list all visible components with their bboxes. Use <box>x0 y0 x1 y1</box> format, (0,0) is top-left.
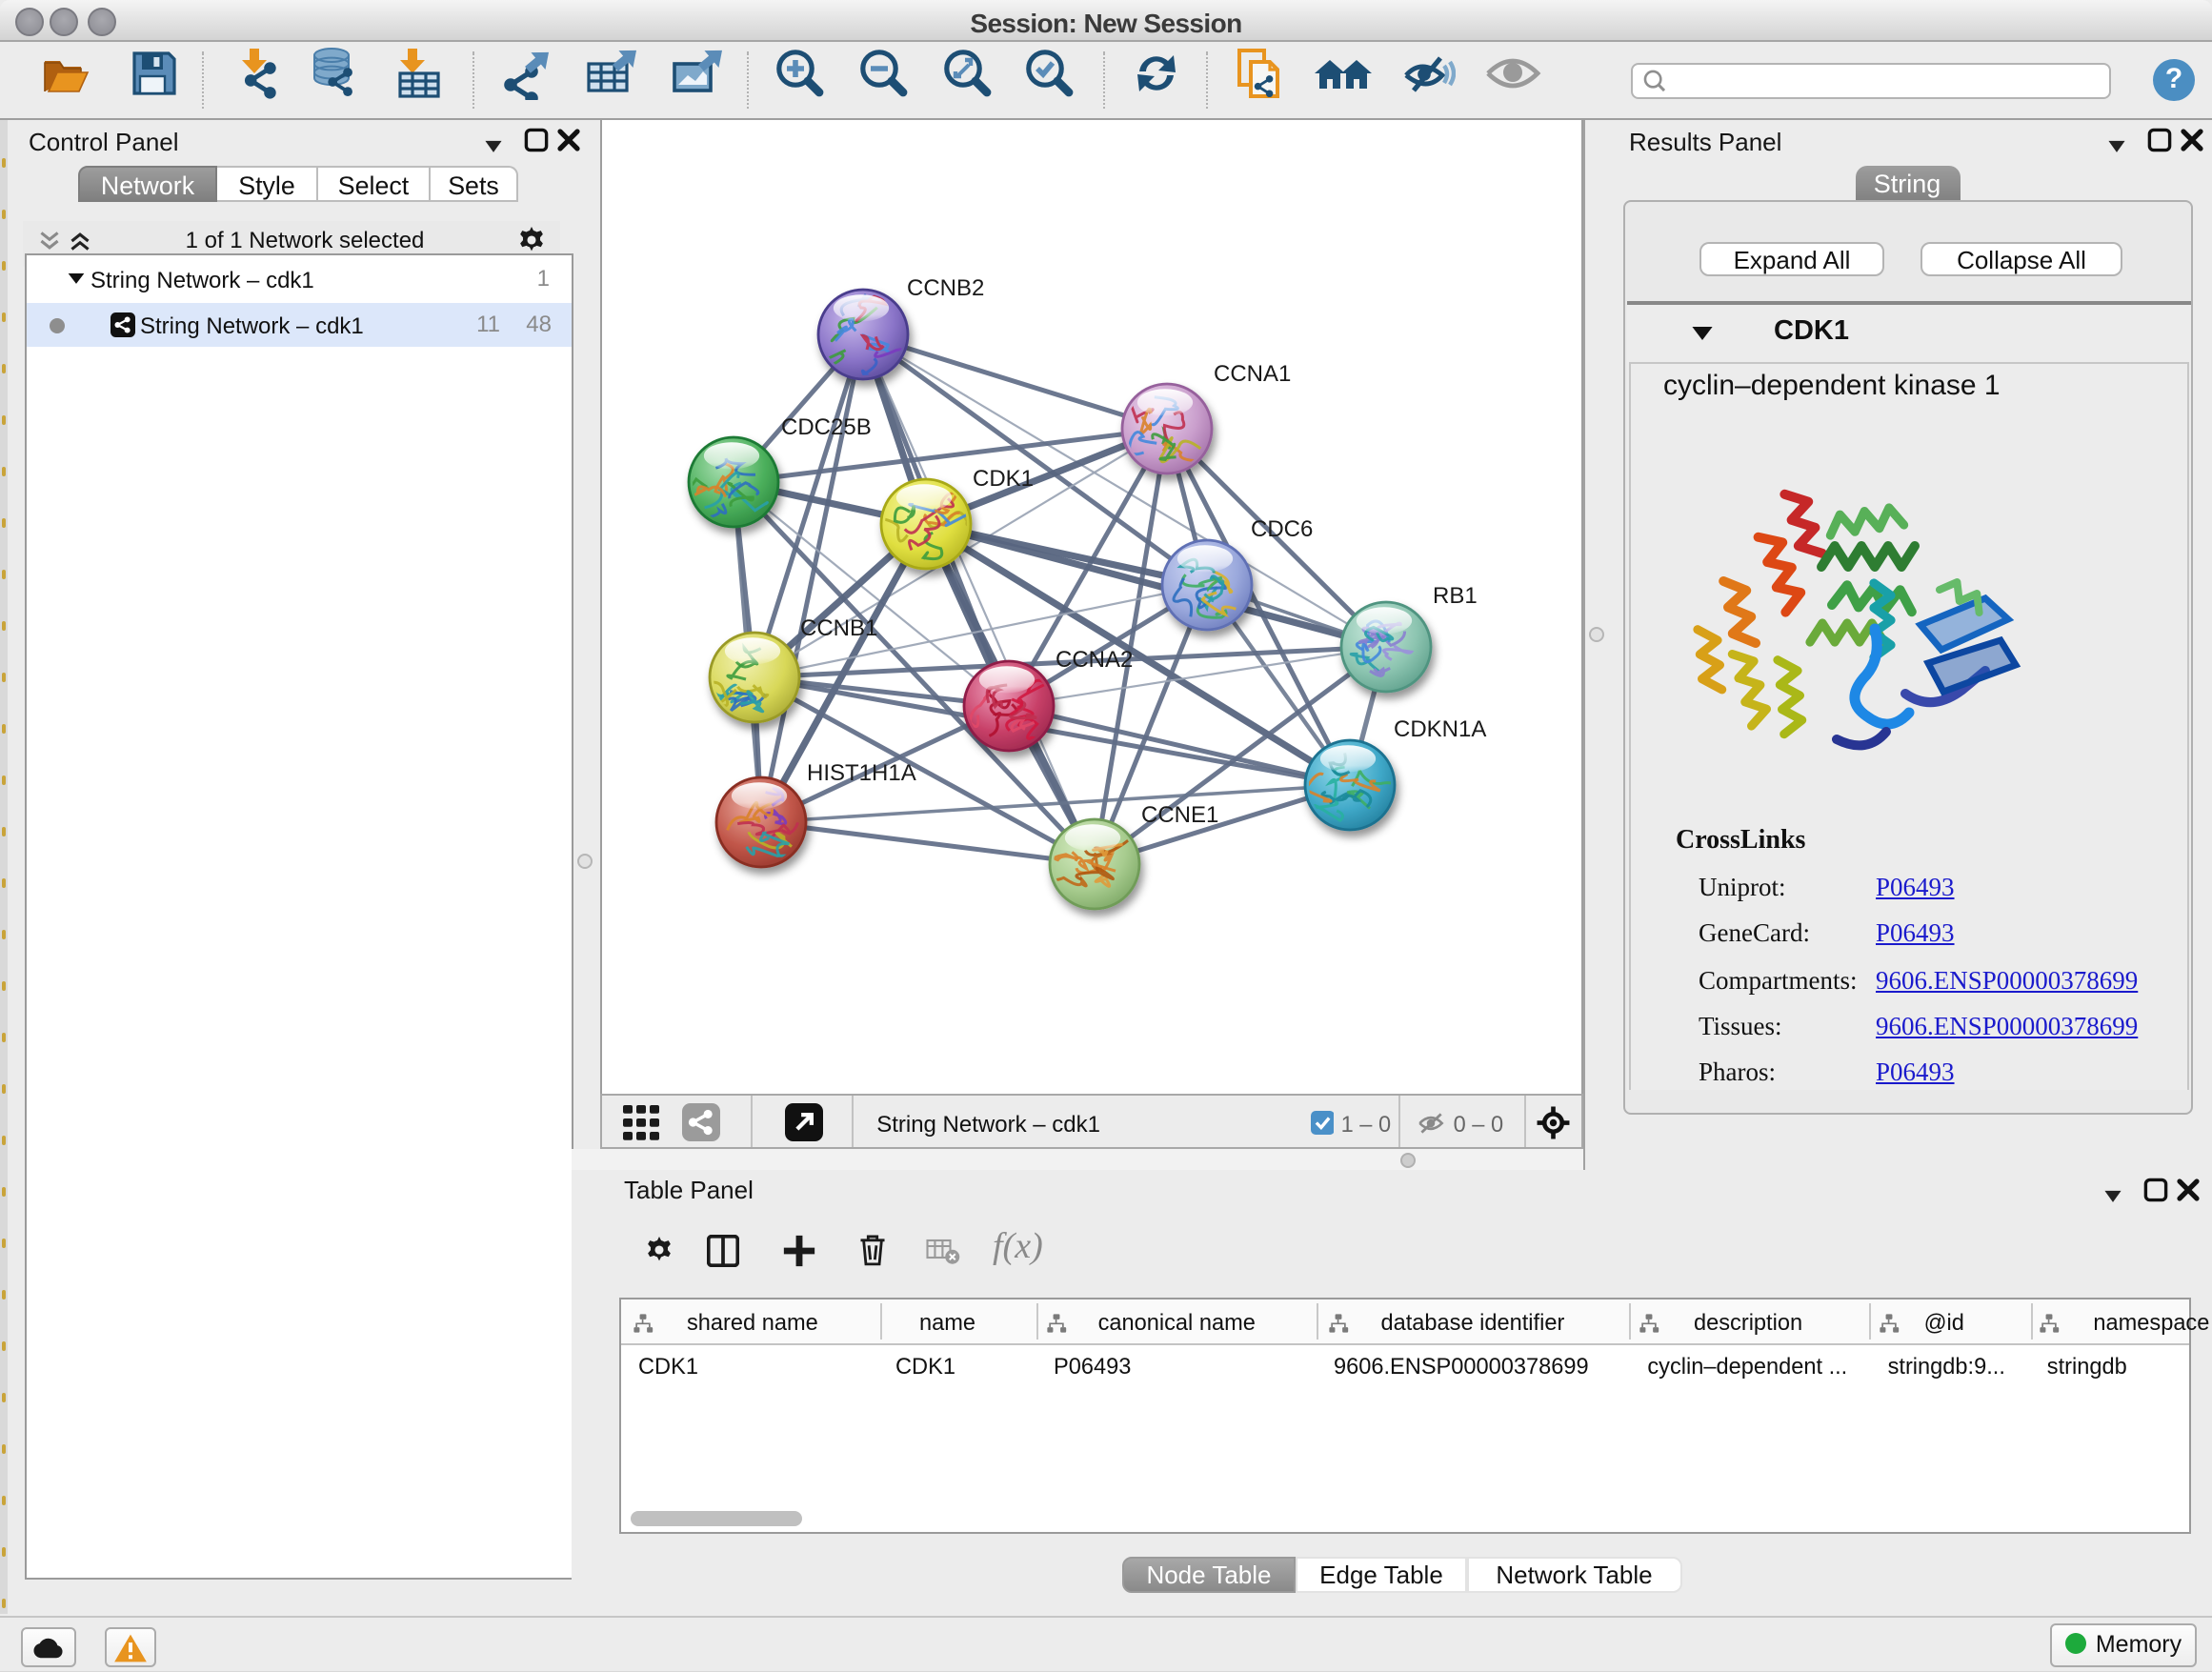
svg-text:CDC6: CDC6 <box>1251 516 1313 542</box>
svg-text:CDK1: CDK1 <box>973 466 1034 492</box>
svg-text:CDC25B: CDC25B <box>781 414 872 440</box>
svg-text:RB1: RB1 <box>1433 583 1478 609</box>
svg-text:CCNA2: CCNA2 <box>1056 647 1133 673</box>
svg-text:CCNB1: CCNB1 <box>800 615 877 641</box>
svg-text:HIST1H1A: HIST1H1A <box>807 760 916 786</box>
svg-text:CCNA1: CCNA1 <box>1214 361 1291 387</box>
svg-text:CDKN1A: CDKN1A <box>1394 716 1486 742</box>
svg-text:CCNE1: CCNE1 <box>1141 802 1218 828</box>
svg-text:CCNB2: CCNB2 <box>907 275 984 301</box>
